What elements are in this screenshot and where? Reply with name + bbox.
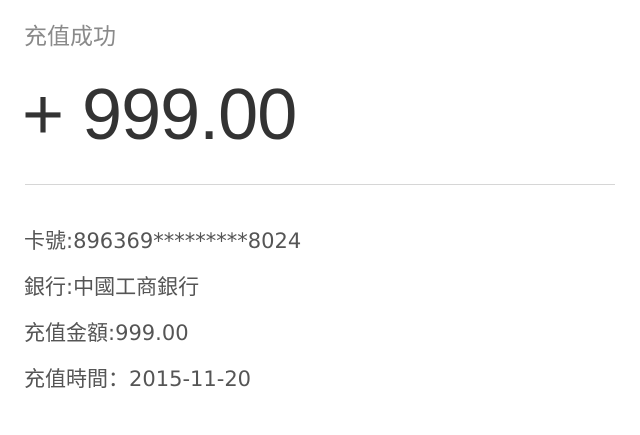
- recharge-amount-value: 999.00: [115, 321, 189, 345]
- recharge-amount-label: 充值金額:: [24, 321, 116, 345]
- recharge-amount-row: 充值金額:999.00: [24, 318, 301, 364]
- bank-row: 銀行:中國工商銀行: [24, 272, 301, 318]
- card-number-label: 卡號:: [24, 229, 74, 253]
- recharge-amount: + 999.00: [22, 75, 297, 155]
- recharge-time-value: 2015-11-20: [129, 367, 252, 391]
- card-number-value: 896369*********8024: [73, 229, 302, 253]
- recharge-time-label: 充值時間：: [24, 367, 129, 391]
- bank-label: 銀行:: [24, 275, 74, 299]
- divider: [25, 184, 615, 185]
- recharge-time-row: 充值時間：2015-11-20: [24, 364, 301, 410]
- status-title: 充值成功: [24, 24, 116, 50]
- recharge-details: 卡號:896369*********8024 銀行:中國工商銀行 充值金額:99…: [24, 226, 301, 410]
- bank-value: 中國工商銀行: [73, 275, 200, 299]
- card-number-row: 卡號:896369*********8024: [24, 226, 301, 272]
